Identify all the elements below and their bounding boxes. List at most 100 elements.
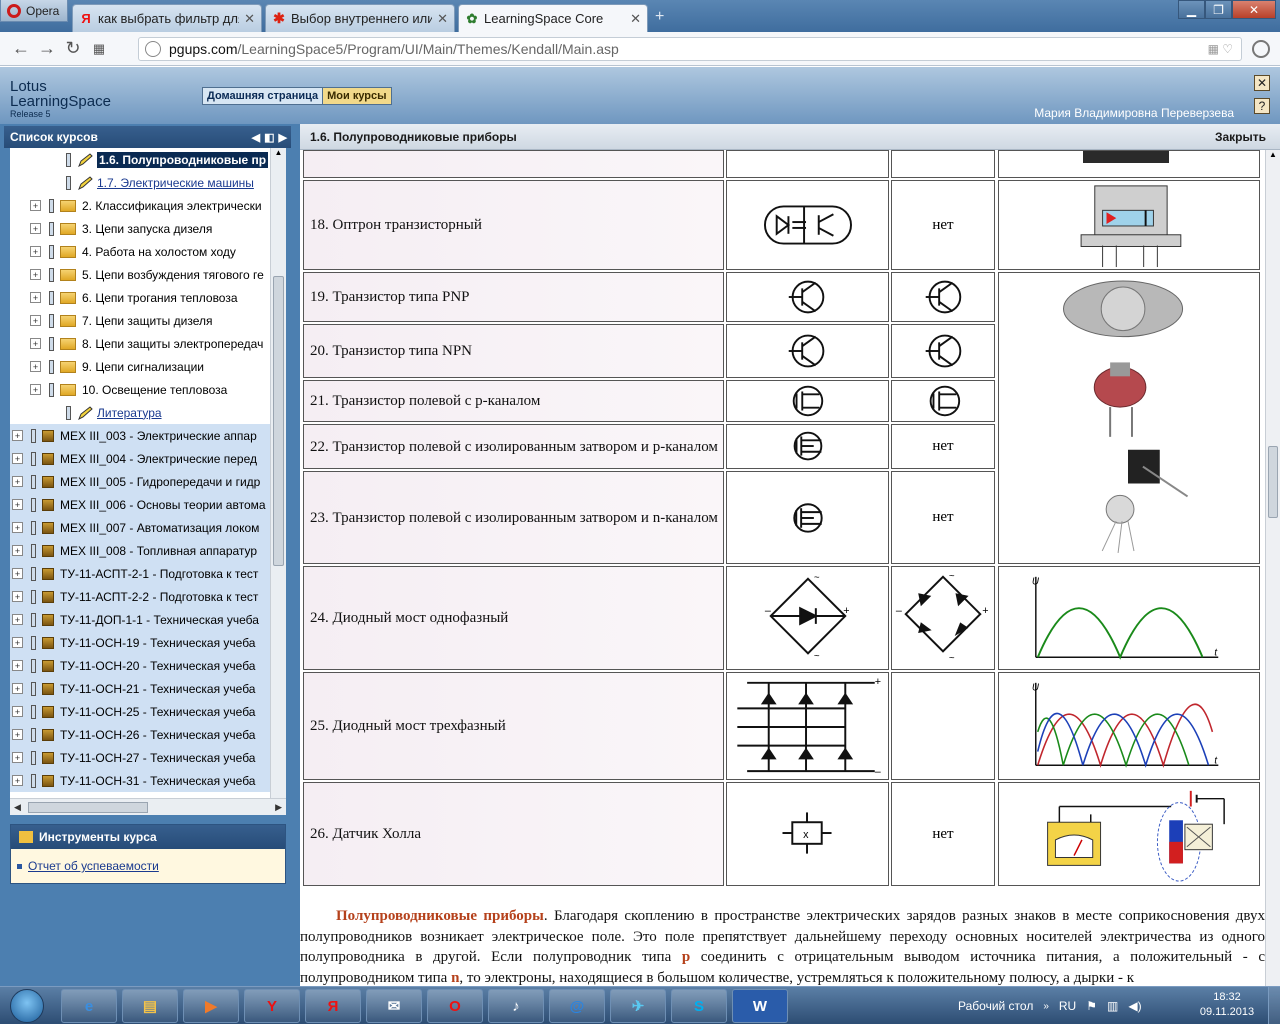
close-link[interactable]: Закрыть	[1215, 130, 1266, 144]
tree-item[interactable]: + ТУ-11-ДОП-1-1 - Техническая учеба	[10, 608, 270, 631]
speed-dial-icon[interactable]: ▦	[86, 41, 112, 57]
tree-item[interactable]: +3. Цепи запуска дизеля	[10, 217, 270, 240]
expand-icon[interactable]: +	[12, 522, 23, 533]
opera-menu-button[interactable]: Opera	[0, 0, 68, 22]
tree-item[interactable]: + ТУ-11-ОСН-19 - Техническая учеба	[10, 631, 270, 654]
flag-icon[interactable]: ⚑	[1086, 999, 1097, 1013]
tree-item[interactable]: +2. Классификация электрически	[10, 194, 270, 217]
my-courses-button[interactable]: Мои курсы	[323, 87, 392, 105]
expand-icon[interactable]: +	[30, 338, 41, 349]
tree-item[interactable]: + МЕХ III_005 - Гидропередачи и гидр	[10, 470, 270, 493]
tab-1[interactable]: Я как выбрать фильтр для с ✕	[72, 4, 262, 32]
close-tab-icon[interactable]: ✕	[630, 11, 641, 27]
bookmark-heart-icon[interactable]: ▦ ♡	[1208, 42, 1233, 56]
back-icon[interactable]: ←	[8, 38, 34, 59]
ie-icon[interactable]: e	[61, 989, 117, 1023]
expand-icon[interactable]: +	[12, 453, 23, 464]
close-tab-icon[interactable]: ✕	[437, 11, 448, 27]
mail-icon[interactable]: ✉	[366, 989, 422, 1023]
tree-item[interactable]: +9. Цепи сигнализации	[10, 355, 270, 378]
tree-item[interactable]: +5. Цепи возбуждения тягового ге	[10, 263, 270, 286]
reload-icon[interactable]: ↻	[60, 38, 86, 59]
tree-horizontal-scrollbar[interactable]: ◀ ▶	[10, 798, 286, 815]
expand-icon[interactable]: +	[30, 200, 41, 211]
scroll-thumb[interactable]	[1268, 446, 1278, 518]
tree-item[interactable]: + ТУ-11-ОСН-27 - Техническая учеба	[10, 746, 270, 769]
tree-item[interactable]: +4. Работа на холостом ходу	[10, 240, 270, 263]
tree-item[interactable]: + МЕХ III_007 - Автоматизация локом	[10, 516, 270, 539]
scroll-left-icon[interactable]: ◀	[14, 802, 21, 813]
tree-vertical-scrollbar[interactable]: ▲	[270, 148, 286, 798]
media-player-icon[interactable]: ▶	[183, 989, 239, 1023]
opera-icon[interactable]: O	[427, 989, 483, 1023]
expand-icon[interactable]: +	[12, 637, 23, 648]
mail-agent-icon[interactable]: @	[549, 989, 605, 1023]
tree-item[interactable]: 1.7. Электрические машины	[10, 171, 270, 194]
progress-report-link[interactable]: Отчет об успеваемости	[28, 859, 159, 873]
tree-item[interactable]: +7. Цепи защиты дизеля	[10, 309, 270, 332]
tree-item[interactable]: + ТУ-11-ОСН-20 - Техническая учеба	[10, 654, 270, 677]
expand-right-icon[interactable]: ▶	[279, 131, 287, 144]
expand-icon[interactable]: +	[12, 430, 23, 441]
scroll-up-icon[interactable]: ▲	[271, 148, 286, 157]
close-icon[interactable]: ✕	[1254, 75, 1270, 91]
expand-icon[interactable]: +	[30, 384, 41, 395]
tree-item[interactable]: + ТУ-11-ОСН-31 - Техническая учеба	[10, 769, 270, 792]
skype-icon[interactable]: S	[671, 989, 727, 1023]
explorer-folder-icon[interactable]: ▤	[122, 989, 178, 1023]
expand-icon[interactable]: +	[12, 499, 23, 510]
tree-item[interactable]: + ТУ-11-ОСН-26 - Техническая учеба	[10, 723, 270, 746]
expand-icon[interactable]: +	[30, 361, 41, 372]
language-indicator[interactable]: RU	[1059, 999, 1076, 1013]
tree-item[interactable]: 1.6. Полупроводниковые пр	[10, 148, 270, 171]
expand-icon[interactable]: +	[12, 545, 23, 556]
forward-icon[interactable]: →	[34, 38, 60, 59]
expand-icon[interactable]: +	[12, 683, 23, 694]
address-field[interactable]: pgups.com /LearningSpace5/Program/UI/Mai…	[138, 37, 1242, 61]
scroll-thumb[interactable]	[273, 276, 284, 566]
maximize-icon[interactable]: ❐	[1205, 0, 1232, 19]
expand-icon[interactable]: +	[12, 591, 23, 602]
content-vertical-scrollbar[interactable]: ▲	[1265, 150, 1280, 986]
tree-item[interactable]: +10. Освещение тепловоза	[10, 378, 270, 401]
close-tab-icon[interactable]: ✕	[244, 11, 255, 27]
bird-icon[interactable]: ✈	[610, 989, 666, 1023]
panel-toggle-icon[interactable]: ◧	[264, 131, 274, 144]
expand-icon[interactable]: +	[30, 315, 41, 326]
expand-icon[interactable]: +	[12, 752, 23, 763]
yandex-icon[interactable]: Я	[305, 989, 361, 1023]
expand-icon[interactable]: +	[12, 476, 23, 487]
start-button[interactable]	[4, 987, 50, 1024]
tab-2[interactable]: ✱ Выбор внутреннего или н ✕	[265, 4, 455, 32]
collapse-left-icon[interactable]: ◀	[252, 131, 260, 144]
home-page-button[interactable]: Домашняя страница	[202, 87, 324, 105]
tree-item[interactable]: + ТУ-11-ОСН-25 - Техническая учеба	[10, 700, 270, 723]
scroll-thumb[interactable]	[28, 802, 148, 813]
tab-3-active[interactable]: ✿ LearningSpace Core ✕	[458, 4, 648, 32]
sound-icon[interactable]: ♪	[488, 989, 544, 1023]
desktop-label[interactable]: Рабочий стол	[958, 999, 1033, 1013]
scroll-up-icon[interactable]: ▲	[1266, 150, 1280, 159]
tree-item[interactable]: + ТУ-11-АСПТ-2-1 - Подготовка к тест	[10, 562, 270, 585]
expand-icon[interactable]: +	[12, 660, 23, 671]
scroll-right-icon[interactable]: ▶	[275, 802, 282, 813]
tree-item[interactable]: + МЕХ III_008 - Топливная аппаратур	[10, 539, 270, 562]
expand-icon[interactable]: +	[30, 246, 41, 257]
clock[interactable]: 18:32 09.11.2013	[1192, 990, 1262, 1020]
expand-icon[interactable]: +	[12, 614, 23, 625]
tree-item[interactable]: + ТУ-11-АСПТ-2-2 - Подготовка к тест	[10, 585, 270, 608]
tree-item[interactable]: + МЕХ III_003 - Электрические аппар	[10, 424, 270, 447]
network-icon[interactable]: ▥	[1107, 999, 1118, 1013]
expand-icon[interactable]: +	[12, 775, 23, 786]
tree-item[interactable]: +8. Цепи защиты электропередач	[10, 332, 270, 355]
expand-icon[interactable]: +	[12, 729, 23, 740]
volume-icon[interactable]: ◀)	[1128, 999, 1141, 1013]
download-icon[interactable]	[1252, 40, 1270, 58]
expand-icon[interactable]: +	[30, 223, 41, 234]
window-close-icon[interactable]: ✕	[1232, 0, 1276, 19]
expand-icon[interactable]: +	[12, 706, 23, 717]
tree-item[interactable]: + ТУ-11-ОСН-21 - Техническая учеба	[10, 677, 270, 700]
tree-item[interactable]: + МЕХ III_006 - Основы теории автома	[10, 493, 270, 516]
yandex-browser-icon[interactable]: Y	[244, 989, 300, 1023]
expand-icon[interactable]: +	[30, 269, 41, 280]
